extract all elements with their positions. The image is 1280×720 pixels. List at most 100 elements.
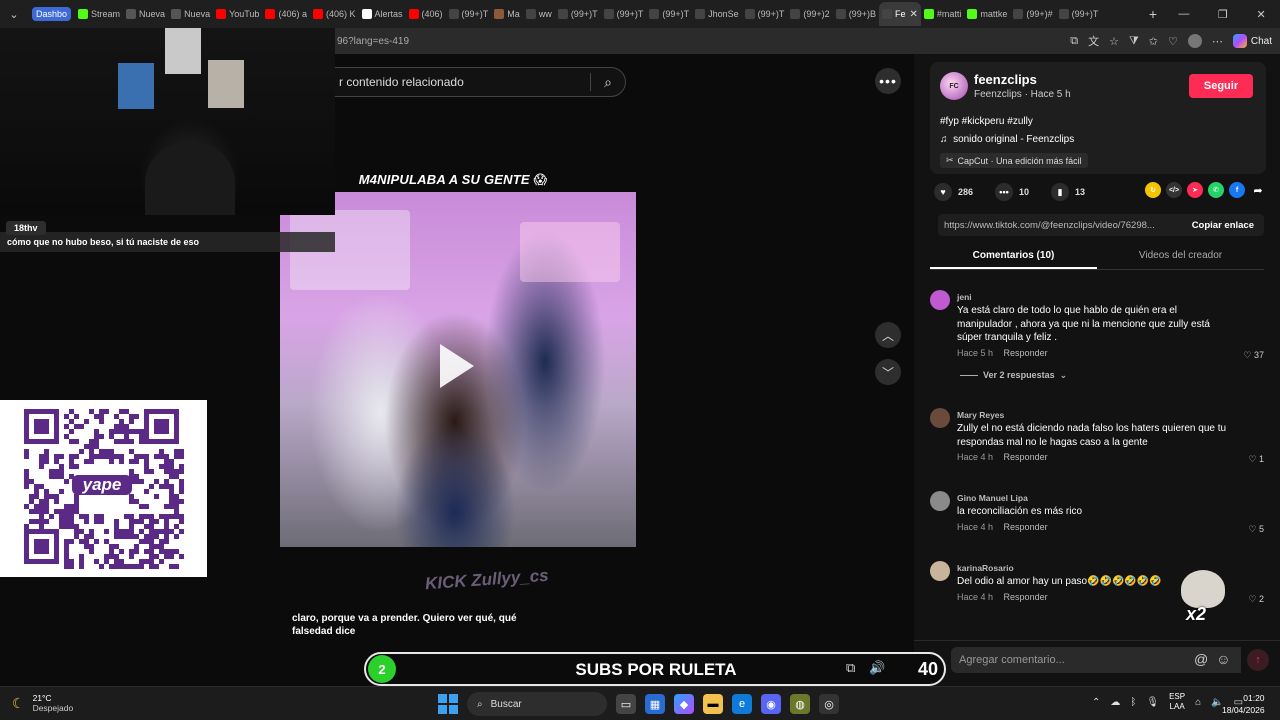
comment-like-button[interactable]: ♡ 1 xyxy=(1248,454,1264,465)
comment-avatar[interactable] xyxy=(930,408,950,428)
browser-tab[interactable]: (406) K xyxy=(310,2,359,26)
file-explorer-icon[interactable]: ▬ xyxy=(703,694,723,714)
taskbar-search[interactable]: ⌕ Buscar xyxy=(467,692,607,716)
comment-like-button[interactable]: ♡ 5 xyxy=(1248,524,1264,535)
translate-icon[interactable]: 文 xyxy=(1088,33,1099,49)
browser-tab[interactable]: Dashbo xyxy=(32,7,72,21)
follow-button[interactable]: Seguir xyxy=(1189,74,1253,98)
settings-more-icon[interactable]: ⋯ xyxy=(1212,35,1223,48)
clock[interactable]: 01:20 18/04/2026 xyxy=(1222,692,1265,716)
browser-tab[interactable]: Alertas xyxy=(359,2,406,26)
volume-icon[interactable]: 🔊 xyxy=(869,660,885,676)
share-link[interactable]: https://www.tiktok.com/@feenzclips/video… xyxy=(938,220,1182,231)
weather-widget[interactable]: ☾ 21°C Despejado xyxy=(12,693,73,713)
search-icon[interactable]: ⌕ xyxy=(591,74,625,91)
comment-username[interactable]: Mary Reyes xyxy=(957,410,1004,420)
more-options-button[interactable]: ••• xyxy=(875,68,901,94)
browser-tab[interactable]: Nueva xyxy=(123,2,168,26)
comment-username[interactable]: jeni xyxy=(957,292,972,302)
browser-tab[interactable]: (99+)T xyxy=(1056,2,1102,26)
comment-avatar[interactable] xyxy=(930,491,950,511)
embed-icon[interactable]: </> xyxy=(1166,182,1182,198)
hashtags[interactable]: #fyp #kickperu #zully xyxy=(940,116,1033,127)
app-icon[interactable]: ◍ xyxy=(790,694,810,714)
comment-like-button[interactable]: ♡ 2 xyxy=(1248,594,1264,605)
start-button[interactable] xyxy=(438,694,458,714)
microphone-icon[interactable]: 🎙 xyxy=(1146,697,1159,708)
sound-link[interactable]: ♫ sonido original - Feenzclips xyxy=(940,134,1074,145)
copy-link-button[interactable]: Copiar enlace xyxy=(1182,220,1264,231)
new-tab-button[interactable]: + xyxy=(1142,6,1164,22)
search-input[interactable]: r contenido relacionado xyxy=(335,75,590,89)
tab-actions-menu-icon[interactable]: ⌄ xyxy=(0,0,28,28)
play-icon[interactable] xyxy=(440,344,474,388)
browser-tab[interactable]: Ma xyxy=(491,2,523,26)
send-comment-button[interactable]: ↑ xyxy=(1247,649,1269,671)
browser-tab[interactable]: (99+)T xyxy=(601,2,647,26)
save-button[interactable]: ▮ 13 xyxy=(1051,183,1085,201)
browser-tab[interactable]: Stream xyxy=(75,2,123,26)
restore-icon[interactable]: ❐ xyxy=(1218,8,1228,21)
comment-avatar[interactable] xyxy=(930,561,950,581)
browser-tab[interactable]: (99+)T xyxy=(742,2,788,26)
browser-tab[interactable]: Fe ✕ xyxy=(878,2,921,26)
edge-icon[interactable]: e xyxy=(732,694,752,714)
comment-username[interactable]: karinaRosario xyxy=(957,563,1014,573)
browser-tab[interactable]: #matti xyxy=(921,2,965,26)
copilot-app-icon[interactable]: ◆ xyxy=(674,694,694,714)
send-to-friends-icon[interactable]: ➤ xyxy=(1187,182,1203,198)
open-in-app-icon[interactable]: ⧉ xyxy=(1070,35,1078,48)
reply-button[interactable]: Responder xyxy=(1004,348,1048,358)
related-search-box[interactable]: r contenido relacionado ⌕ xyxy=(335,67,626,97)
browser-tab[interactable]: (99+)T xyxy=(446,2,492,26)
whatsapp-icon[interactable]: ✆ xyxy=(1208,182,1224,198)
browser-tab[interactable]: (99+)# xyxy=(1010,2,1055,26)
onedrive-icon[interactable]: ☁ xyxy=(1110,697,1120,708)
browser-tab[interactable]: (99+)T xyxy=(646,2,692,26)
view-replies-button[interactable]: —— Ver 2 respuestas ⌄ xyxy=(960,370,1067,381)
creator-avatar[interactable]: FC xyxy=(940,72,968,100)
reply-button[interactable]: Responder xyxy=(1004,452,1048,462)
comment-button[interactable]: ••• 10 xyxy=(995,183,1029,201)
minimize-icon[interactable]: — xyxy=(1178,8,1189,21)
chevron-up-icon[interactable]: ⌃ xyxy=(1092,697,1100,708)
browser-tab[interactable]: (99+)B xyxy=(833,2,879,26)
extensions-icon[interactable]: ⧩ xyxy=(1129,35,1139,48)
task-view-icon[interactable]: ▭ xyxy=(616,694,636,714)
browser-tab[interactable]: mattke xyxy=(964,2,1010,26)
close-window-icon[interactable]: ✕ xyxy=(1256,8,1265,21)
miniplayer-icon[interactable]: ⧉ xyxy=(846,660,855,676)
repost-icon[interactable]: ↻ xyxy=(1145,182,1161,198)
next-video-button[interactable]: ﹀ xyxy=(875,359,901,385)
share-arrow-icon[interactable]: ➦ xyxy=(1250,182,1266,198)
tab-comments[interactable]: Comentarios (10) xyxy=(930,244,1097,269)
url-field[interactable]: 96?lang=es-419 xyxy=(335,36,1070,47)
comment-like-button[interactable]: ♡ 37 xyxy=(1243,350,1264,361)
reply-button[interactable]: Responder xyxy=(1004,522,1048,532)
reply-button[interactable]: Responder xyxy=(1004,592,1048,602)
profile-avatar[interactable] xyxy=(1187,34,1202,48)
browser-tab[interactable]: (406) a xyxy=(262,2,310,26)
like-button[interactable]: ♥ 286 xyxy=(934,183,973,201)
browser-tab[interactable]: (406) xyxy=(406,2,446,26)
facebook-icon[interactable]: f xyxy=(1229,182,1245,198)
browser-tab[interactable]: (99+)2 xyxy=(787,2,832,26)
close-tab-icon[interactable]: ✕ xyxy=(909,9,917,20)
browser-tab[interactable]: (99+)T xyxy=(555,2,601,26)
favorite-star-icon[interactable]: ☆ xyxy=(1109,35,1119,48)
comment-avatar[interactable] xyxy=(930,290,950,310)
browser-tab[interactable]: YouTub xyxy=(213,2,262,26)
browser-tab[interactable]: ww xyxy=(523,2,555,26)
collections-icon[interactable]: ♡ xyxy=(1168,35,1178,48)
copilot-chat-button[interactable]: Chat xyxy=(1232,34,1272,48)
favorites-icon[interactable]: ✩ xyxy=(1149,35,1158,48)
previous-video-button[interactable]: ︿ xyxy=(875,322,901,348)
tab-creator-videos[interactable]: Videos del creador xyxy=(1097,244,1264,269)
browser-tab[interactable]: JhonSe xyxy=(692,2,742,26)
browser-tab[interactable]: Nueva xyxy=(168,2,213,26)
mention-icon[interactable]: @ xyxy=(1194,651,1208,667)
language-indicator[interactable]: ESP LAA xyxy=(1169,692,1185,712)
bluetooth-icon[interactable]: ᛒ xyxy=(1130,697,1136,708)
network-icon[interactable]: ⌂ xyxy=(1195,697,1201,708)
comment-username[interactable]: Gino Manuel Lipa xyxy=(957,493,1028,503)
